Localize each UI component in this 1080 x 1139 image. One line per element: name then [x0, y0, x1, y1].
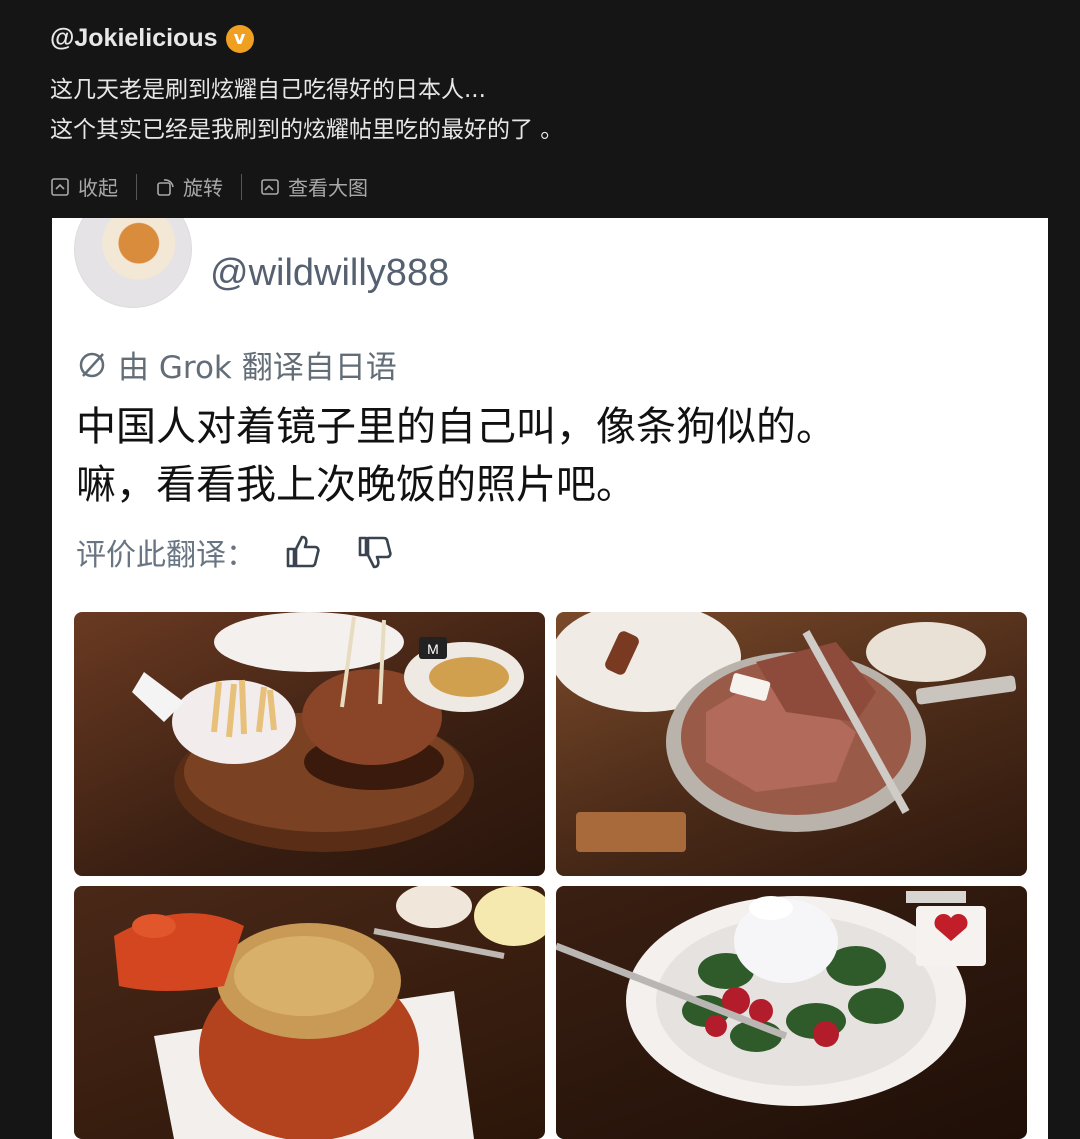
- post-text-line: 这个其实已经是我刷到的炫耀帖里吃的最好的了 。: [50, 117, 564, 143]
- tweet-line: 中国人对着镜子里的自己叫，像条狗似的。: [76, 404, 836, 450]
- weibo-post: @Jokielicious v 这几天老是刷到炫耀自己吃得好的日本人... 这个…: [0, 0, 1080, 1139]
- view-large-button[interactable]: 查看大图: [260, 172, 368, 201]
- view-large-label: 查看大图: [288, 176, 368, 200]
- tweet-handle: @wildwilly888: [210, 252, 450, 294]
- rotate-icon: [157, 178, 174, 196]
- photo-sign-label: M: [427, 641, 439, 657]
- rotate-button[interactable]: 旋转: [155, 172, 223, 201]
- photo-burger[interactable]: M: [74, 612, 545, 876]
- author-name[interactable]: @Jokielicious: [50, 24, 218, 53]
- divider: [241, 173, 242, 200]
- tweet-line: 嘛，看看我上次晚饭的照片吧。: [76, 462, 636, 508]
- post-author: @Jokielicious v: [50, 24, 254, 53]
- post-text-line: 这几天老是刷到炫耀自己吃得好的日本人...: [50, 77, 486, 103]
- thumbs-down-icon[interactable]: [356, 533, 394, 571]
- translation-note-text: 由 Grok 翻译自日语: [118, 350, 397, 386]
- tweet-text: 中国人对着镜子里的自己叫，像条狗似的。 嘛，看看我上次晚饭的照片吧。: [76, 398, 836, 514]
- rotate-label: 旋转: [183, 176, 223, 200]
- divider: [136, 173, 137, 200]
- collapse-label: 收起: [78, 176, 118, 200]
- verified-badge-icon: v: [225, 24, 254, 53]
- rate-translation: 评价此翻译：: [76, 530, 394, 574]
- avatar: [74, 218, 192, 308]
- image-actions: 收起 旋转 查看大图: [50, 172, 368, 201]
- collapse-icon: [51, 177, 69, 196]
- photo-salad[interactable]: [556, 886, 1027, 1139]
- image-icon: [261, 178, 279, 195]
- embedded-tweet-image[interactable]: @wildwilly888 由 Grok 翻译自日语 中国人对着镜子里的自己叫，…: [52, 218, 1048, 1139]
- rate-label: 评价此翻译：: [76, 538, 256, 573]
- thumbs-up-icon[interactable]: [284, 533, 322, 571]
- grok-icon: [79, 352, 105, 377]
- photo-soup-pot[interactable]: [74, 886, 545, 1139]
- post-text: 这几天老是刷到炫耀自己吃得好的日本人... 这个其实已经是我刷到的炫耀帖里吃的最…: [50, 70, 563, 150]
- photo-steak[interactable]: [556, 612, 1027, 876]
- collapse-button[interactable]: 收起: [50, 172, 118, 201]
- photo-grid: M: [74, 612, 1028, 1139]
- translation-note: 由 Grok 翻译自日语: [76, 342, 397, 387]
